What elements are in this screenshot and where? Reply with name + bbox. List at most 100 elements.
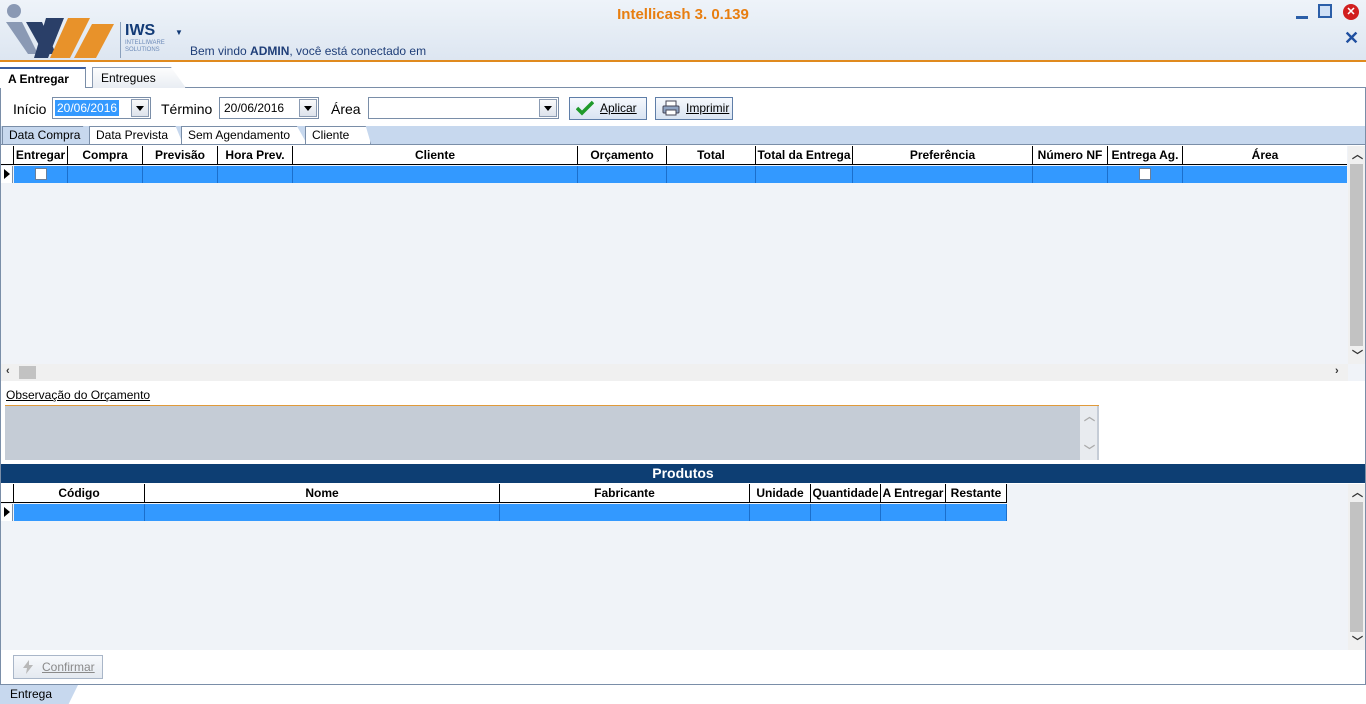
scroll-right-icon[interactable]: › [1335,365,1339,377]
produtos-title: Produtos [1,464,1365,483]
cell-area[interactable] [1183,166,1347,183]
col-unidade[interactable]: Unidade [750,484,811,503]
col-codigo[interactable]: Código [14,484,145,503]
subtab-data-compra[interactable]: Data Compra [2,126,90,144]
cell-numero-nf[interactable] [1033,166,1108,183]
cell-preferencia[interactable] [853,166,1033,183]
subtab-cliente[interactable]: Cliente [305,126,371,144]
col-compra[interactable]: Compra [68,146,143,165]
col-total[interactable]: Total [667,146,756,165]
scroll-up-icon[interactable]: ︿ [1352,146,1363,162]
inicio-date-value[interactable]: 20/06/2016 [55,100,120,116]
col-entrega-ag[interactable]: Entrega Ag. [1108,146,1183,165]
tab-entregues[interactable]: Entregues [92,67,186,88]
inicio-date-picker[interactable]: 20/06/2016 [52,97,151,119]
subtab-sem-agendamento[interactable]: Sem Agendamento [181,126,307,144]
col-numero-nf[interactable]: Número NF [1033,146,1108,165]
inicio-label: Início [13,101,47,117]
welcome-prefix: Bem vindo [190,44,251,58]
observacao-textarea[interactable] [5,405,1099,460]
col-fabricante[interactable]: Fabricante [500,484,750,503]
col-restante[interactable]: Restante [946,484,1007,503]
main-pane: Início 20/06/2016 Término 20/06/2016 Áre… [0,88,1366,684]
checkmark-icon [576,100,594,116]
table-row[interactable] [1,504,1007,521]
col-area[interactable]: Área [1183,146,1347,165]
col-hora-prev[interactable]: Hora Prev. [218,146,293,165]
cell-compra[interactable] [68,166,143,183]
entregar-checkbox[interactable] [35,168,47,180]
scroll-up-icon[interactable]: ︿ [1352,484,1363,500]
produtos-grid[interactable]: Código Nome Fabricante Unidade Quantidad… [1,484,1365,650]
inicio-dropdown-icon[interactable] [131,99,149,117]
produtos-vertical-scrollbar[interactable]: ︿ ﹀ [1348,484,1365,650]
confirmar-label: Confirmar [42,660,95,674]
col-orcamento[interactable]: Orçamento [578,146,667,165]
imprimir-button[interactable]: Imprimir [655,97,733,120]
close-window-icon[interactable]: ✕ [1344,29,1360,47]
cell-quantidade[interactable] [811,504,881,521]
scroll-left-icon[interactable]: ‹ [6,365,10,377]
cell-a-entregar[interactable] [881,504,946,521]
col-entregar[interactable]: Entregar [14,146,68,165]
col-total-da-entrega[interactable]: Total da Entrega [756,146,853,165]
cell-hora-prev[interactable] [218,166,293,183]
cell-entregar[interactable] [14,166,68,183]
cell-total[interactable] [667,166,756,183]
area-select[interactable] [368,97,559,119]
observacao-label: Observação do Orçamento [6,388,151,402]
aplicar-button[interactable]: Aplicar [569,97,647,120]
cell-nome[interactable] [145,504,500,521]
title-bar: IWS INTELLIWARE SOLUTIONS ▼ Intellicash … [0,0,1366,62]
cell-orcamento[interactable] [578,166,667,183]
scroll-down-icon[interactable]: ﹀ [1352,633,1363,649]
logo-menu-caret-icon[interactable]: ▼ [175,28,183,37]
cell-unidade[interactable] [750,504,811,521]
produtos-grid-header: Código Nome Fabricante Unidade Quantidad… [1,484,1007,503]
orders-grid[interactable]: Entregar Compra Previsão Hora Prev. Clie… [1,146,1365,381]
orders-vertical-scrollbar[interactable]: ︿ ﹀ [1348,146,1365,364]
orders-grid-header: Entregar Compra Previsão Hora Prev. Clie… [1,146,1347,165]
termino-date-value[interactable]: 20/06/2016 [222,100,286,116]
col-cliente[interactable]: Cliente [293,146,578,165]
cell-previsao[interactable] [143,166,218,183]
tab-entrega[interactable]: Entrega [0,685,78,704]
cell-restante[interactable] [946,504,1007,521]
cell-fabricante[interactable] [500,504,750,521]
subtab-data-prevista[interactable]: Data Prevista [89,126,183,144]
bottom-tab-strip: Entrega [0,684,1366,704]
col-a-entregar[interactable]: A Entregar [881,484,946,503]
tab-a-entregar[interactable]: A Entregar [0,67,86,89]
cell-codigo[interactable] [14,504,145,521]
termino-date-picker[interactable]: 20/06/2016 [219,97,319,119]
orders-hscroll-thumb[interactable] [19,366,36,379]
top-tab-strip: A Entregar Entregues [0,64,1366,89]
cell-total-da-entrega[interactable] [756,166,853,183]
table-row[interactable] [1,166,1347,183]
col-nome[interactable]: Nome [145,484,500,503]
orders-vscroll-thumb[interactable] [1350,164,1363,346]
cell-cliente[interactable] [293,166,578,183]
area-label: Área [331,101,361,117]
obs-scroll-down-icon[interactable]: ﹀ [1084,442,1095,458]
col-previsao[interactable]: Previsão [143,146,218,165]
col-preferencia[interactable]: Preferência [853,146,1033,165]
orders-horizontal-scrollbar[interactable]: ‹ › [1,364,1348,381]
area-dropdown-icon[interactable] [539,99,557,117]
obs-scroll-up-icon[interactable]: ︿ [1084,408,1095,424]
termino-dropdown-icon[interactable] [299,99,317,117]
col-quantidade[interactable]: Quantidade [811,484,881,503]
confirmar-button[interactable]: Confirmar [13,655,103,679]
observacao-scrollbar[interactable]: ︿ ﹀ [1080,406,1097,460]
logo-subtitle-2: SOLUTIONS [125,47,160,53]
produtos-vscroll-thumb[interactable] [1350,502,1363,632]
entrega-ag-checkbox[interactable] [1139,168,1151,180]
row-indicator-header [1,146,14,165]
minimize-button[interactable] [1294,5,1310,21]
close-app-button[interactable]: ✕ [1343,4,1359,20]
cell-entrega-ag[interactable] [1108,166,1183,183]
maximize-button[interactable] [1318,4,1332,18]
row-indicator-icon [1,166,13,183]
sub-tab-strip: Data Compra Data Prevista Sem Agendament… [1,126,1365,145]
scroll-down-icon[interactable]: ﹀ [1352,347,1363,363]
